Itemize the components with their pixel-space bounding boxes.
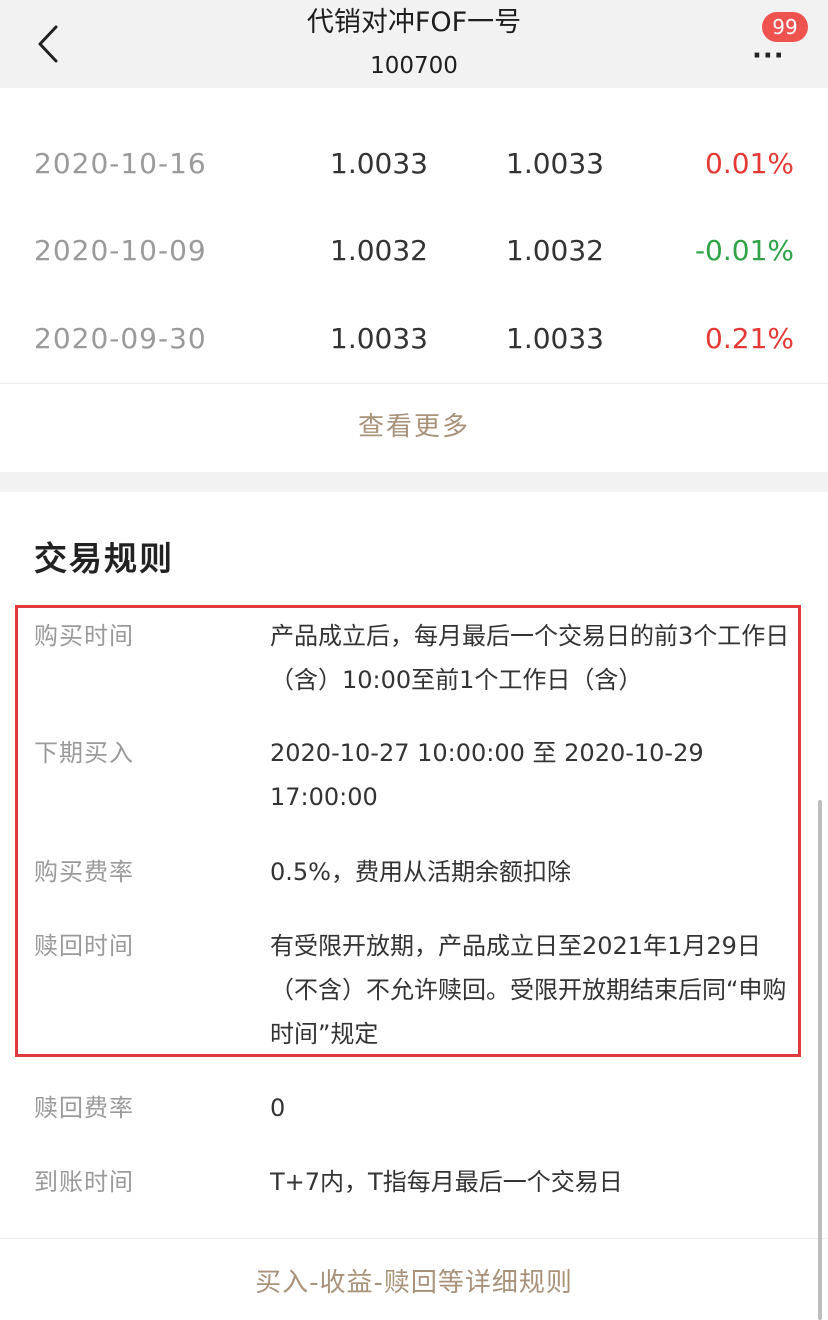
top-nav-bar: 代销对冲FOF一号 100700 ··· 99 bbox=[0, 0, 828, 88]
divider bbox=[0, 1238, 828, 1239]
divider bbox=[0, 383, 828, 384]
rule-label: 赎回费率 bbox=[34, 1094, 134, 1122]
rule-label: 下期买入 bbox=[34, 739, 134, 767]
view-more-link[interactable]: 查看更多 bbox=[0, 406, 828, 443]
notification-badge: 99 bbox=[762, 12, 808, 42]
page-title: 代销对冲FOF一号 bbox=[306, 7, 522, 38]
section-title: 交易规则 bbox=[34, 539, 174, 578]
rule-value: 产品成立后，每月最后一个交易日的前3个工作日（含）10:00至前1个工作日（含） bbox=[270, 622, 790, 694]
history-date: 2020-10-09 bbox=[34, 234, 207, 267]
history-unit-nav: 1.0032 bbox=[330, 234, 428, 267]
history-change: -0.01% bbox=[694, 234, 794, 267]
history-date: 2020-10-16 bbox=[34, 147, 207, 180]
history-accumulated-nav: 1.0033 bbox=[506, 322, 604, 355]
history-row: 2020-09-30 1.0033 1.0033 0.21% bbox=[0, 319, 828, 359]
detailed-rules-link[interactable]: 买入-收益-赎回等详细规则 bbox=[0, 1262, 828, 1299]
rule-value: 2020-10-27 10:00:00 至 2020-10-29 17:00:0… bbox=[270, 739, 704, 811]
rule-value: 0.5%，费用从活期余额扣除 bbox=[270, 858, 571, 886]
history-unit-nav: 1.0033 bbox=[330, 322, 428, 355]
history-accumulated-nav: 1.0033 bbox=[506, 147, 604, 180]
more-button[interactable]: ··· 99 bbox=[746, 12, 808, 71]
rule-value: 有受限开放期，产品成立日至2021年1月29日（不含）不允许赎回。受限开放期结束… bbox=[270, 932, 787, 1048]
more-dots-icon: ··· bbox=[752, 41, 785, 71]
rule-label: 购买费率 bbox=[34, 858, 134, 886]
history-accumulated-nav: 1.0032 bbox=[506, 234, 604, 267]
history-date: 2020-09-30 bbox=[34, 322, 207, 355]
rule-label: 购买时间 bbox=[34, 622, 134, 650]
nav-history-card: 2020-10-16 1.0033 1.0033 0.01% 2020-10-0… bbox=[0, 88, 828, 472]
fund-code: 100700 bbox=[370, 53, 458, 79]
rule-label: 赎回时间 bbox=[34, 932, 134, 960]
rule-label: 到账时间 bbox=[34, 1168, 134, 1196]
history-unit-nav: 1.0033 bbox=[330, 147, 428, 180]
history-change: 0.21% bbox=[705, 322, 794, 355]
history-row: 2020-10-16 1.0033 1.0033 0.01% bbox=[0, 144, 828, 184]
rule-value: 0 bbox=[270, 1094, 286, 1122]
rule-value: T+7内，T指每月最后一个交易日 bbox=[270, 1168, 623, 1196]
history-row: 2020-10-09 1.0032 1.0032 -0.01% bbox=[0, 231, 828, 271]
trading-rules-card: 交易规则 购买时间 产品成立后，每月最后一个交易日的前3个工作日（含）10:00… bbox=[0, 492, 828, 1320]
scrollbar[interactable] bbox=[818, 800, 822, 1320]
history-change: 0.01% bbox=[705, 147, 794, 180]
